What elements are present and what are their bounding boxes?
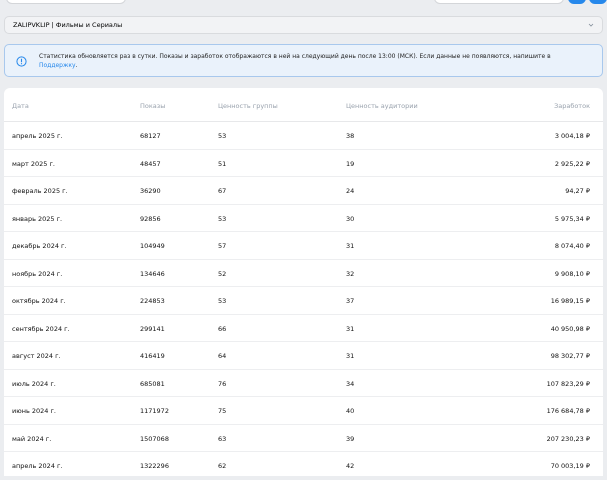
primary-action-button[interactable] — [568, 0, 586, 4]
cell-group-value: 53 — [218, 132, 227, 140]
cell-audience-value: 24 — [346, 187, 355, 195]
cell-group-value: 52 — [218, 269, 227, 278]
stats-table: Дата Показы Ценность группы Ценность ауд… — [4, 88, 603, 476]
cell-group-value: 53 — [218, 297, 227, 305]
cell-audience-value: 32 — [346, 269, 355, 278]
table-row: май 2024 г. 1507068 63 39 207 230,23 ₽ — [4, 425, 603, 452]
support-link[interactable]: Поддержку — [39, 62, 76, 69]
cell-audience-value: 31 — [346, 324, 355, 333]
cell-earnings: 16 989,15 ₽ — [550, 297, 590, 305]
cell-earnings: 40 950,98 ₽ — [550, 324, 590, 333]
info-notice: Статистика обновляется раз в сутки. Пока… — [4, 44, 603, 77]
cell-group-value: 75 — [218, 407, 227, 415]
cell-impressions: 48457 — [140, 159, 161, 168]
table-row: декабрь 2024 г. 104949 57 31 8 074,40 ₽ — [4, 232, 603, 260]
cell-date: ноябрь 2024 г. — [12, 269, 63, 278]
account-select[interactable]: ZALIPVKLIP | Фильмы и Сериалы — [4, 16, 603, 34]
table-row: октябрь 2024 г. 224853 53 37 16 989,15 ₽ — [4, 287, 603, 315]
cell-audience-value: 30 — [346, 214, 355, 223]
secondary-action-button[interactable] — [589, 0, 607, 4]
notice-message: Статистика обновляется раз в сутки. Пока… — [39, 53, 551, 60]
cell-impressions: 104949 — [140, 242, 165, 250]
cell-date: июль 2024 г. — [12, 379, 56, 388]
table-row: июнь 2024 г. 1171972 75 40 176 684,78 ₽ — [4, 397, 603, 425]
cell-group-value: 67 — [218, 187, 227, 195]
period-selector-button[interactable] — [6, 0, 126, 4]
cell-group-value: 57 — [218, 242, 227, 250]
cell-impressions: 36290 — [140, 187, 161, 195]
header-earnings[interactable]: Заработок — [554, 102, 590, 110]
cell-group-value: 63 — [218, 434, 227, 443]
notice-text: Статистика обновляется раз в сутки. Пока… — [39, 53, 589, 70]
cell-earnings: 9 908,10 ₽ — [554, 269, 590, 278]
chevron-down-icon — [588, 23, 594, 27]
cell-earnings: 8 074,40 ₽ — [554, 242, 590, 250]
cell-audience-value: 34 — [346, 379, 355, 388]
cell-audience-value: 37 — [346, 297, 355, 305]
cell-earnings: 107 823,29 ₽ — [546, 379, 590, 388]
table-row: февраль 2025 г. 36290 67 24 94,27 ₽ — [4, 177, 603, 205]
table-row: апрель 2025 г. 68127 53 38 3 004,18 ₽ — [4, 122, 603, 150]
cell-group-value: 66 — [218, 324, 227, 333]
cell-impressions: 92856 — [140, 214, 161, 223]
header-impressions[interactable]: Показы — [140, 102, 165, 110]
cell-date: апрель 2025 г. — [12, 132, 63, 140]
cell-date: март 2025 г. — [12, 159, 55, 168]
cell-impressions: 416419 — [140, 352, 165, 360]
cell-date: февраль 2025 г. — [12, 187, 68, 195]
date-range-button[interactable] — [434, 0, 564, 4]
cell-impressions: 1171972 — [140, 407, 169, 415]
table-row: апрель 2024 г. 1322296 62 42 70 003,19 ₽ — [4, 452, 603, 480]
cell-group-value: 64 — [218, 352, 227, 360]
header-date[interactable]: Дата — [12, 102, 29, 110]
header-audience-value[interactable]: Ценность аудитории — [346, 102, 418, 110]
account-select-value: ZALIPVKLIP | Фильмы и Сериалы — [13, 21, 123, 29]
notice-suffix: . — [75, 61, 78, 69]
cell-impressions: 134646 — [140, 269, 165, 278]
cell-group-value: 76 — [218, 379, 227, 388]
cell-impressions: 299141 — [140, 324, 165, 333]
cell-earnings: 5 975,34 ₽ — [554, 214, 590, 223]
cell-audience-value: 39 — [346, 434, 355, 443]
cell-audience-value: 19 — [346, 159, 355, 168]
info-circle-icon — [16, 56, 27, 67]
cell-impressions: 1507068 — [140, 434, 169, 443]
cell-date: май 2024 г. — [12, 434, 52, 443]
table-header: Дата Показы Ценность группы Ценность ауд… — [4, 88, 603, 122]
cell-date: апрель 2024 г. — [12, 462, 63, 470]
cell-date: июнь 2024 г. — [12, 407, 56, 415]
cell-impressions: 1322296 — [140, 462, 169, 470]
cell-earnings: 2 925,22 ₽ — [554, 159, 590, 168]
table-row: январь 2025 г. 92856 53 30 5 975,34 ₽ — [4, 205, 603, 232]
table-row: сентябрь 2024 г. 299141 66 31 40 950,98 … — [4, 315, 603, 342]
cell-group-value: 53 — [218, 214, 227, 223]
table-row: ноябрь 2024 г. 134646 52 32 9 908,10 ₽ — [4, 260, 603, 287]
cell-audience-value: 42 — [346, 462, 355, 470]
cell-group-value: 62 — [218, 462, 227, 470]
table-row: март 2025 г. 48457 51 19 2 925,22 ₽ — [4, 150, 603, 177]
cell-audience-value: 31 — [346, 352, 355, 360]
cell-date: сентябрь 2024 г. — [12, 324, 70, 333]
cell-date: август 2024 г. — [12, 352, 61, 360]
cell-audience-value: 40 — [346, 407, 355, 415]
top-toolbar — [0, 0, 607, 8]
cell-date: октябрь 2024 г. — [12, 297, 66, 305]
cell-earnings: 176 684,78 ₽ — [546, 407, 590, 415]
cell-audience-value: 38 — [346, 132, 355, 140]
cell-date: январь 2025 г. — [12, 214, 63, 223]
cell-impressions: 685081 — [140, 379, 165, 388]
cell-date: декабрь 2024 г. — [12, 242, 67, 250]
cell-impressions: 224853 — [140, 297, 165, 305]
header-group-value[interactable]: Ценность группы — [218, 102, 278, 110]
cell-group-value: 51 — [218, 159, 227, 168]
cell-earnings: 94,27 ₽ — [565, 187, 590, 195]
cell-impressions: 68127 — [140, 132, 161, 140]
table-row: август 2024 г. 416419 64 31 98 302,77 ₽ — [4, 342, 603, 370]
cell-earnings: 3 004,18 ₽ — [554, 132, 590, 140]
table-row: июль 2024 г. 685081 76 34 107 823,29 ₽ — [4, 370, 603, 397]
cell-earnings: 98 302,77 ₽ — [550, 352, 590, 360]
cell-audience-value: 31 — [346, 242, 355, 250]
cell-earnings: 70 003,19 ₽ — [550, 462, 590, 470]
cell-earnings: 207 230,23 ₽ — [546, 434, 590, 443]
